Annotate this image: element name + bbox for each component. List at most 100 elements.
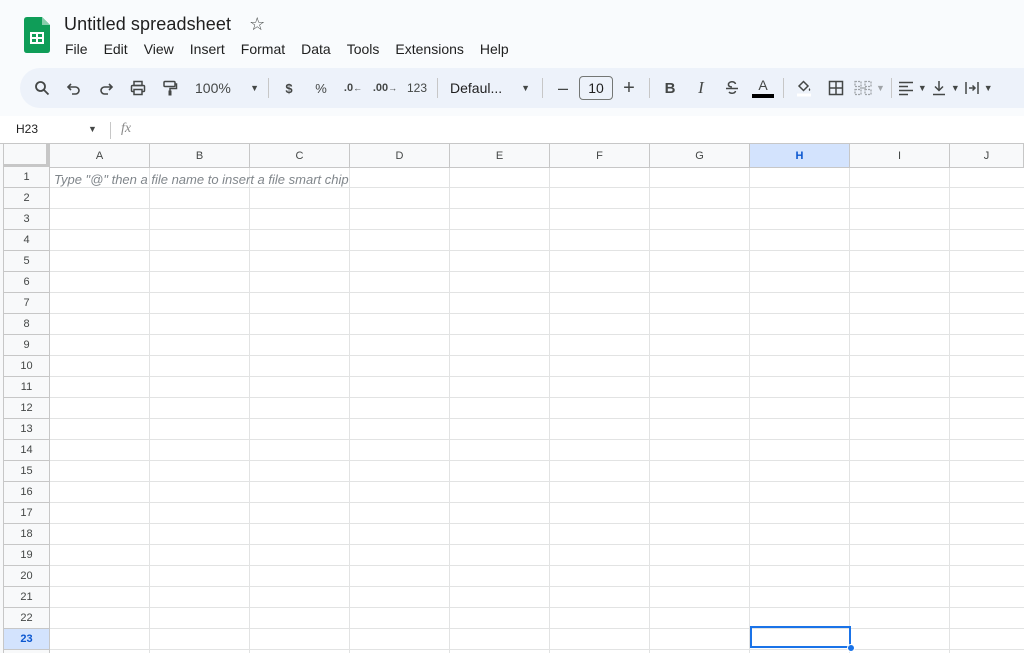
column-header-I[interactable]: I: [850, 144, 950, 168]
redo-button[interactable]: [92, 74, 120, 102]
fill-color-button[interactable]: [790, 74, 818, 102]
text-color-button[interactable]: A: [749, 74, 777, 102]
row-header-12[interactable]: 12: [4, 398, 50, 419]
chevron-down-icon[interactable]: ▼: [88, 124, 97, 134]
column-gridline: [449, 168, 450, 653]
row-header-16[interactable]: 16: [4, 482, 50, 503]
row-header-23[interactable]: 23: [4, 629, 50, 650]
row-gridline: [50, 649, 1024, 650]
row-gridline: [50, 502, 1024, 503]
column-header-G[interactable]: G: [650, 144, 750, 168]
row-header-4[interactable]: 4: [4, 230, 50, 251]
borders-button[interactable]: [822, 74, 850, 102]
menu-extensions[interactable]: Extensions: [387, 38, 471, 60]
column-gridline: [149, 168, 150, 653]
row-header-11[interactable]: 11: [4, 377, 50, 398]
menu-help[interactable]: Help: [472, 38, 517, 60]
row-header-10[interactable]: 10: [4, 356, 50, 377]
row-gridline: [50, 460, 1024, 461]
select-all-corner[interactable]: [4, 144, 50, 168]
menu-insert[interactable]: Insert: [182, 38, 233, 60]
menu-tools[interactable]: Tools: [339, 38, 388, 60]
row-header-17[interactable]: 17: [4, 503, 50, 524]
row-gridline: [50, 208, 1024, 209]
vertical-align-button[interactable]: ▼: [931, 74, 960, 102]
decrease-font-size-button[interactable]: –: [549, 74, 577, 102]
star-icon[interactable]: ☆: [249, 15, 265, 33]
row-header-18[interactable]: 18: [4, 524, 50, 545]
row-header-22[interactable]: 22: [4, 608, 50, 629]
app-header: Untitled spreadsheet ☆ File Edit View In…: [0, 0, 1024, 68]
row-gridline: [50, 376, 1024, 377]
row-header-19[interactable]: 19: [4, 545, 50, 566]
paint-format-button[interactable]: [156, 74, 184, 102]
search-menus-button[interactable]: [28, 74, 56, 102]
increase-decimal-button[interactable]: .00 →: [371, 74, 399, 102]
text-wrapping-button[interactable]: ▼: [964, 74, 993, 102]
paint-format-icon: [163, 80, 178, 96]
row-header-2[interactable]: 2: [4, 188, 50, 209]
column-header-F[interactable]: F: [550, 144, 650, 168]
sheets-logo-icon[interactable]: [24, 17, 50, 53]
fill-handle[interactable]: [847, 644, 855, 652]
column-header-C[interactable]: C: [250, 144, 350, 168]
row-header-15[interactable]: 15: [4, 461, 50, 482]
undo-button[interactable]: [60, 74, 88, 102]
row-header-5[interactable]: 5: [4, 251, 50, 272]
row-header-8[interactable]: 8: [4, 314, 50, 335]
strikethrough-button[interactable]: [718, 74, 746, 102]
row-gridline: [50, 355, 1024, 356]
column-header-D[interactable]: D: [350, 144, 450, 168]
font-select[interactable]: Defaul... ▼: [444, 74, 536, 102]
row-gridline: [50, 313, 1024, 314]
row-gridline: [50, 628, 1024, 629]
column-header-E[interactable]: E: [450, 144, 550, 168]
chevron-down-icon: ▼: [950, 83, 960, 93]
column-header-A[interactable]: A: [50, 144, 150, 168]
menu-view[interactable]: View: [136, 38, 182, 60]
row-header-9[interactable]: 9: [4, 335, 50, 356]
column-gridline: [749, 168, 750, 653]
bold-button[interactable]: B: [656, 74, 684, 102]
increase-font-size-button[interactable]: +: [615, 74, 643, 102]
toolbar-divider: [542, 78, 543, 98]
zoom-select[interactable]: 100% ▼: [192, 74, 262, 102]
menu-edit[interactable]: Edit: [96, 38, 136, 60]
format-currency-button[interactable]: $: [275, 74, 303, 102]
column-gridline: [849, 168, 850, 653]
toolbar-divider: [649, 78, 650, 98]
row-header-3[interactable]: 3: [4, 209, 50, 230]
merge-cells-button[interactable]: ▼: [854, 74, 885, 102]
italic-button[interactable]: I: [687, 74, 715, 102]
row-header-14[interactable]: 14: [4, 440, 50, 461]
column-gridline: [349, 168, 350, 653]
fill-color-icon: [797, 80, 811, 97]
column-header-H[interactable]: H: [750, 144, 850, 168]
column-header-J[interactable]: J: [950, 144, 1024, 168]
active-cell-H23[interactable]: [750, 626, 851, 648]
name-box[interactable]: H23: [16, 122, 38, 136]
increase-decimal-label: .00: [372, 82, 389, 94]
horizontal-align-button[interactable]: ▼: [898, 74, 927, 102]
menu-format[interactable]: Format: [233, 38, 293, 60]
menu-data[interactable]: Data: [293, 38, 339, 60]
more-formats-button[interactable]: 123: [403, 74, 431, 102]
decrease-decimal-button[interactable]: .0 ←: [339, 74, 367, 102]
column-header-B[interactable]: B: [150, 144, 250, 168]
document-title[interactable]: Untitled spreadsheet: [64, 14, 231, 35]
text-color-icon: A: [758, 77, 768, 93]
column-gridline: [649, 168, 650, 653]
print-button[interactable]: [124, 74, 152, 102]
format-percent-button[interactable]: %: [307, 74, 335, 102]
spreadsheet-grid[interactable]: A B C D E F G H I J 1 2 3 4 5 6 7 8 9 10 11 12 13 14 15 16 17 18 19 2…: [0, 143, 1024, 653]
menu-file[interactable]: File: [57, 38, 96, 60]
row-header-21[interactable]: 21: [4, 587, 50, 608]
row-header-1[interactable]: 1: [4, 167, 50, 188]
toolbar-divider: [437, 78, 438, 98]
row-gridline: [50, 418, 1024, 419]
row-header-13[interactable]: 13: [4, 419, 50, 440]
row-header-6[interactable]: 6: [4, 272, 50, 293]
row-header-20[interactable]: 20: [4, 566, 50, 587]
row-header-7[interactable]: 7: [4, 293, 50, 314]
font-size-input[interactable]: 10: [579, 76, 613, 100]
